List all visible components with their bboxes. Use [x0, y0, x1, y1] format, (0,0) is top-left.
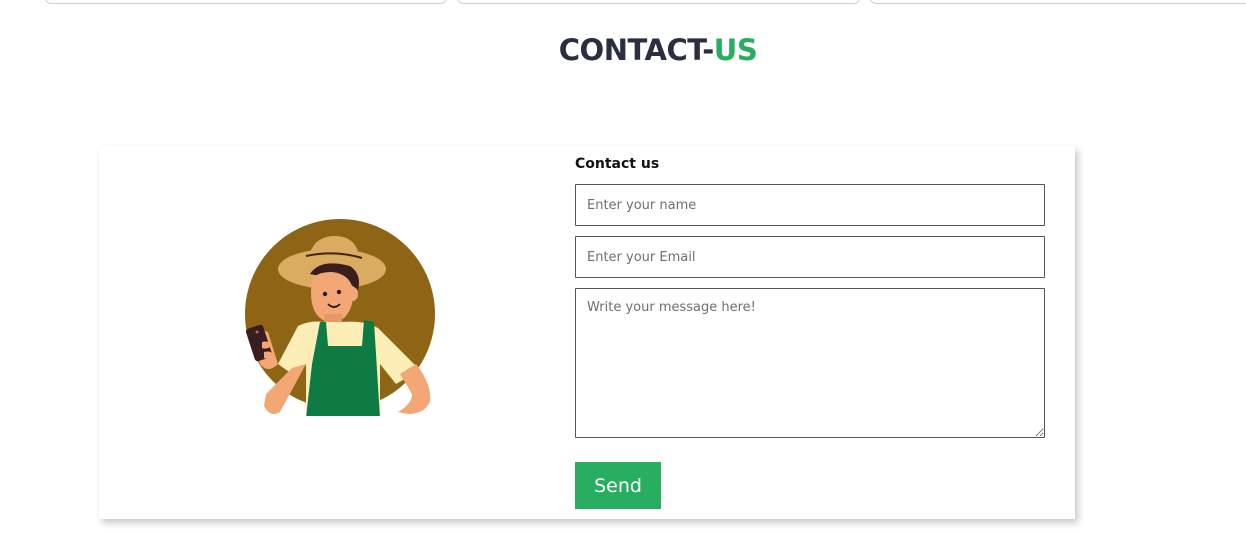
top-card-3: [870, 0, 1246, 4]
send-button[interactable]: Send: [575, 462, 661, 509]
message-textarea[interactable]: [575, 288, 1045, 438]
page-title-main: CONTACT-: [558, 33, 715, 67]
page-title-accent: US: [713, 33, 758, 67]
name-input[interactable]: [575, 184, 1045, 226]
farmer-with-phone-illustration: [240, 214, 440, 418]
email-input[interactable]: [575, 236, 1045, 278]
page-title: CONTACT-US: [0, 33, 1246, 67]
page: CONTACT-US Contact us Enter your name En…: [0, 0, 1246, 540]
top-card-1: [45, 0, 447, 4]
form-heading: Contact us: [575, 156, 660, 172]
top-card-2: [457, 0, 860, 4]
